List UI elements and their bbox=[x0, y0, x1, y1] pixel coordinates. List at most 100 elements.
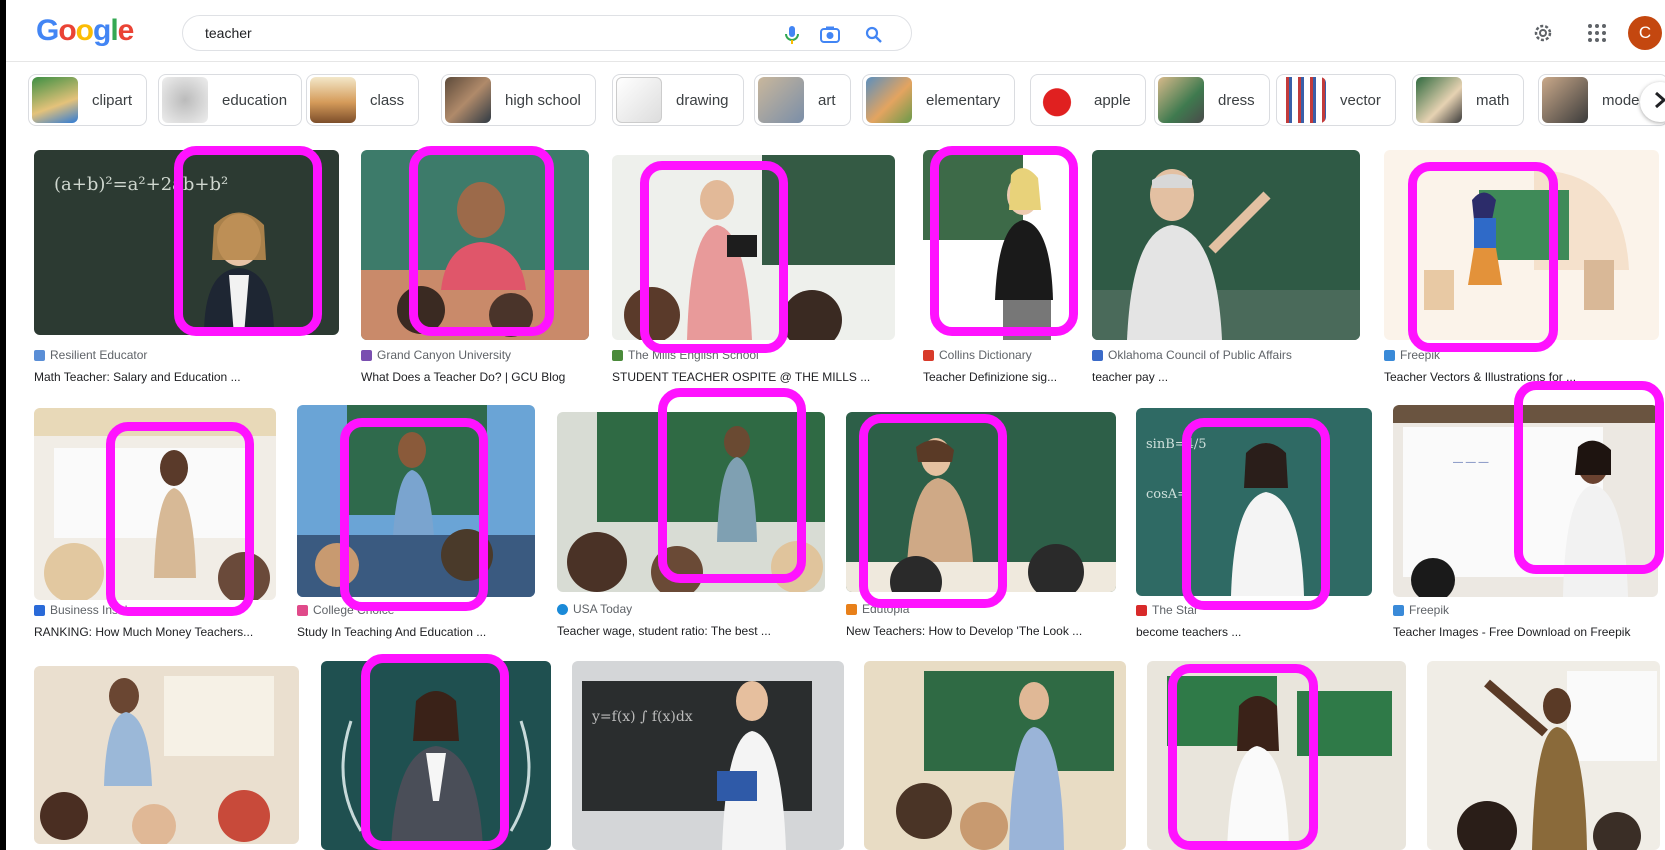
chip-label: dress bbox=[1218, 91, 1255, 109]
result-thumbnail[interactable] bbox=[34, 666, 299, 844]
chip-thumbnail bbox=[310, 77, 356, 123]
result-source[interactable]: Edutopia bbox=[846, 602, 909, 616]
result-thumbnail[interactable] bbox=[361, 150, 589, 340]
chip-label: apple bbox=[1094, 91, 1131, 109]
chip-thumbnail bbox=[616, 77, 662, 123]
result-thumbnail[interactable] bbox=[297, 405, 535, 597]
svg-text:(a+b)²=a²+2ab+b²: (a+b)²=a²+2ab+b² bbox=[54, 174, 228, 195]
search-icon[interactable] bbox=[863, 24, 885, 46]
result-source[interactable]: The Mills English School bbox=[612, 348, 759, 362]
chip-thumbnail bbox=[162, 77, 208, 123]
result-caption[interactable]: Study In Teaching And Education ... bbox=[297, 625, 486, 639]
result-thumbnail[interactable] bbox=[846, 412, 1116, 592]
source-favicon bbox=[1393, 604, 1404, 616]
camera-icon[interactable] bbox=[819, 24, 841, 46]
result-thumbnail[interactable] bbox=[1427, 661, 1660, 850]
result-caption[interactable]: Teacher Definizione sig... bbox=[923, 370, 1057, 384]
result-thumbnail[interactable] bbox=[1384, 150, 1659, 340]
search-header: Google teacher C bbox=[6, 0, 1665, 62]
result-thumbnail[interactable] bbox=[321, 661, 551, 850]
result-thumbnail[interactable]: sinB=4/5 cosA= bbox=[1136, 408, 1372, 596]
chip-thumbnail bbox=[445, 77, 491, 123]
chip-label: art bbox=[818, 91, 836, 109]
result-thumbnail[interactable] bbox=[34, 408, 276, 600]
result-caption[interactable]: Teacher wage, student ratio: The best ..… bbox=[557, 624, 771, 638]
chip-elementary[interactable]: elementary bbox=[862, 74, 1016, 126]
chip-drawing[interactable]: drawing bbox=[612, 74, 744, 126]
chip-label: mode bbox=[1602, 91, 1640, 109]
result-source[interactable]: Freepik bbox=[1393, 603, 1449, 617]
result-thumbnail[interactable]: y=f(x) ∫ f(x)dx bbox=[572, 661, 844, 850]
result-thumbnail[interactable] bbox=[864, 661, 1126, 850]
chip-high-school[interactable]: high school bbox=[441, 74, 596, 126]
svg-text:y=f(x) ∫ f(x)dx: y=f(x) ∫ f(x)dx bbox=[591, 709, 693, 725]
source-favicon bbox=[557, 603, 568, 615]
chip-thumbnail bbox=[758, 77, 804, 123]
result-source[interactable]: Collins Dictionary bbox=[923, 348, 1032, 362]
chip-class[interactable]: class bbox=[306, 74, 420, 126]
source-favicon bbox=[846, 603, 857, 615]
result-thumbnail[interactable] bbox=[1092, 150, 1360, 340]
source-favicon bbox=[34, 349, 45, 361]
result-caption[interactable]: New Teachers: How to Develop 'The Look .… bbox=[846, 624, 1082, 638]
result-source[interactable]: College Choice bbox=[297, 603, 394, 617]
chip-dress[interactable]: dress bbox=[1154, 74, 1270, 126]
account-avatar[interactable]: C bbox=[1628, 16, 1662, 50]
result-source[interactable]: Business Insider bbox=[34, 603, 138, 617]
result-caption[interactable]: RANKING: How Much Money Teachers... bbox=[34, 625, 253, 639]
logo-letter-o1: o bbox=[58, 14, 76, 47]
mic-icon[interactable] bbox=[781, 24, 803, 46]
chip-clipart[interactable]: clipart bbox=[28, 74, 148, 126]
result-thumbnail[interactable]: (a+b)²=a²+2ab+b² bbox=[34, 150, 339, 335]
source-favicon bbox=[612, 349, 623, 361]
logo-letter-e: e bbox=[117, 14, 135, 47]
source-favicon bbox=[361, 349, 372, 361]
result-caption[interactable]: become teachers ... bbox=[1136, 625, 1241, 639]
logo-letter-g1: G bbox=[36, 14, 59, 47]
chip-thumbnail bbox=[1158, 77, 1204, 123]
chip-label: drawing bbox=[676, 91, 729, 109]
chip-thumbnail bbox=[1416, 77, 1462, 123]
result-caption[interactable]: teacher pay ... bbox=[1092, 370, 1168, 384]
chip-education[interactable]: education bbox=[158, 74, 303, 126]
result-source[interactable]: Freepik bbox=[1384, 348, 1440, 362]
source-name: Freepik bbox=[1409, 603, 1450, 617]
source-name: The Star bbox=[1152, 603, 1199, 617]
chip-label: clipart bbox=[92, 91, 133, 109]
source-name: Oklahoma Council of Public Affairs bbox=[1108, 348, 1292, 362]
result-caption[interactable]: What Does a Teacher Do? | GCU Blog bbox=[361, 370, 565, 384]
result-source[interactable]: Oklahoma Council of Public Affairs bbox=[1092, 348, 1292, 362]
chip-thumbnail bbox=[32, 77, 78, 123]
result-caption[interactable]: Teacher Vectors & Illustrations for ... bbox=[1384, 370, 1576, 384]
source-name: Business Insider bbox=[50, 603, 139, 617]
search-box[interactable]: teacher bbox=[182, 15, 912, 51]
logo-letter-l: l bbox=[110, 14, 118, 47]
search-input[interactable]: teacher bbox=[205, 25, 252, 41]
result-source[interactable]: Resilient Educator bbox=[34, 348, 147, 362]
result-source[interactable]: The Star bbox=[1136, 603, 1198, 617]
gear-icon[interactable] bbox=[1526, 16, 1560, 50]
chip-math[interactable]: math bbox=[1412, 74, 1525, 126]
source-name: College Choice bbox=[313, 603, 395, 617]
result-caption[interactable]: STUDENT TEACHER OSPITE @ THE MILLS ... bbox=[612, 370, 870, 384]
related-search-chips: clipart education class high school draw… bbox=[6, 72, 1665, 132]
chip-vector[interactable]: vector bbox=[1276, 74, 1396, 126]
result-thumbnail[interactable] bbox=[923, 150, 1073, 340]
result-thumbnail[interactable] bbox=[1147, 661, 1406, 850]
chip-art[interactable]: art bbox=[754, 74, 851, 126]
apps-grid-icon[interactable] bbox=[1580, 16, 1614, 50]
chip-apple[interactable]: apple bbox=[1030, 74, 1146, 126]
result-thumbnail[interactable] bbox=[612, 155, 895, 340]
result-thumbnail[interactable] bbox=[557, 412, 825, 592]
chip-label: vector bbox=[1340, 91, 1381, 109]
result-source[interactable]: USA Today bbox=[557, 602, 632, 616]
source-name: Collins Dictionary bbox=[939, 348, 1032, 362]
result-caption[interactable]: Math Teacher: Salary and Education ... bbox=[34, 370, 241, 384]
result-source[interactable]: Grand Canyon University bbox=[361, 348, 511, 362]
google-logo[interactable]: Google bbox=[36, 14, 135, 48]
result-thumbnail[interactable]: — — — bbox=[1393, 405, 1658, 597]
chip-label: math bbox=[1476, 91, 1510, 109]
chip-label: class bbox=[370, 91, 405, 109]
chip-thumbnail bbox=[1542, 77, 1588, 123]
result-caption[interactable]: Teacher Images - Free Download on Freepi… bbox=[1393, 625, 1630, 639]
